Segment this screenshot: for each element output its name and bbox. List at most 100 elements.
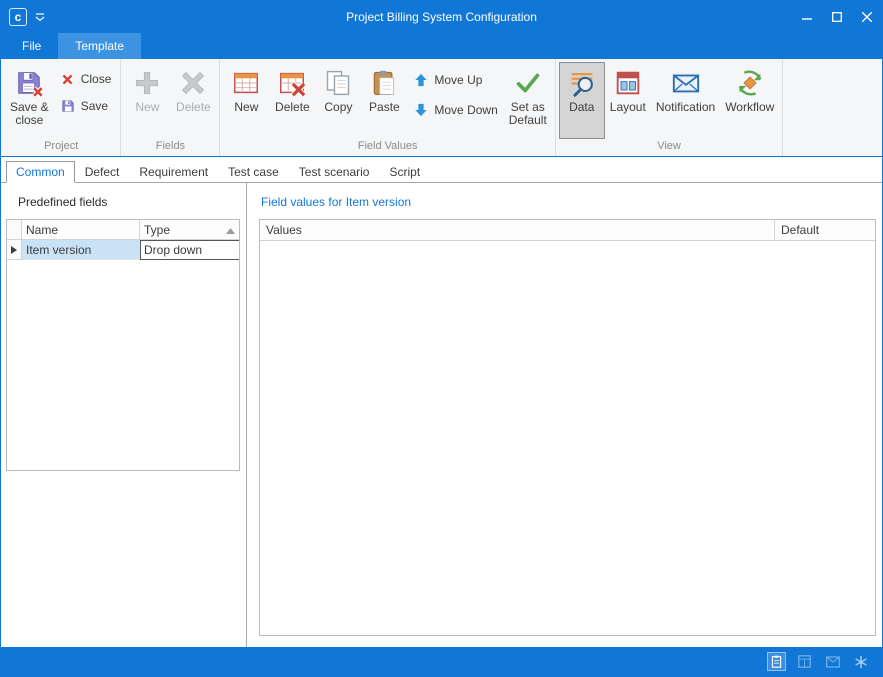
data-magnifier-icon xyxy=(566,66,598,100)
ribbon-tab-template[interactable]: Template xyxy=(58,33,141,59)
view-data-label: Data xyxy=(569,101,594,114)
delete-x-disabled-icon xyxy=(177,66,209,100)
sort-ascending-icon xyxy=(226,223,235,237)
document-tab-strip: Common Defect Requirement Test case Test… xyxy=(1,157,882,183)
green-check-icon xyxy=(512,66,544,100)
status-workflow-view-icon[interactable] xyxy=(851,652,870,671)
close-red-icon xyxy=(60,71,76,87)
ribbon-tab-row: File Template xyxy=(1,33,882,59)
predefined-fields-grid: Name Type Item version Drop down xyxy=(6,219,240,471)
cell-type-value: Drop down xyxy=(144,243,202,257)
quick-access-chevron-icon[interactable] xyxy=(35,13,45,22)
close-button[interactable] xyxy=(852,1,882,33)
field-values-empty-body[interactable] xyxy=(260,241,875,635)
predefined-fields-title: Predefined fields xyxy=(18,195,240,209)
cell-name-value: Item version xyxy=(26,243,91,257)
copy-button[interactable]: Copy xyxy=(315,62,361,139)
notification-envelope-icon xyxy=(670,66,702,100)
save-button[interactable]: Save xyxy=(56,97,116,115)
titlebar: c Project Billing System Configuration xyxy=(1,1,882,33)
grid-header-row: Name Type xyxy=(7,220,239,240)
app-logo-icon: c xyxy=(9,8,27,26)
row-indicator[interactable] xyxy=(7,240,22,260)
values-delete-button[interactable]: Delete xyxy=(269,62,315,139)
minimize-button[interactable] xyxy=(792,1,822,33)
window-controls xyxy=(792,1,882,33)
field-values-title: Field values for Item version xyxy=(261,195,876,209)
app-window: c Project Billing System Configuration F… xyxy=(0,0,883,677)
tab-requirement[interactable]: Requirement xyxy=(129,161,218,183)
values-new-label: New xyxy=(234,101,258,114)
values-new-button[interactable]: New xyxy=(223,62,269,139)
tab-defect[interactable]: Defect xyxy=(75,161,130,183)
status-data-view-icon[interactable] xyxy=(767,652,786,671)
app-logo-letter: c xyxy=(15,10,22,24)
view-layout-button[interactable]: Layout xyxy=(605,62,651,139)
save-and-close-button[interactable]: Save &close xyxy=(5,62,54,139)
new-table-icon xyxy=(230,66,262,100)
status-notification-view-icon[interactable] xyxy=(823,652,842,671)
save-close-label-2: close xyxy=(10,114,49,127)
fields-delete-label: Delete xyxy=(176,101,211,114)
set-as-default-button[interactable]: Set asDefault xyxy=(504,62,552,139)
group-label-project: Project xyxy=(2,139,120,156)
fields-new-label: New xyxy=(135,101,159,114)
values-delete-label: Delete xyxy=(275,101,310,114)
field-values-pane: Field values for Item version Values Def… xyxy=(247,183,882,647)
move-down-button[interactable]: Move Down xyxy=(409,101,501,119)
main-content: Predefined fields Name Type Item version… xyxy=(1,183,882,647)
fields-delete-button[interactable]: Delete xyxy=(170,62,216,139)
paste-button[interactable]: Paste xyxy=(361,62,407,139)
status-layout-view-icon[interactable] xyxy=(795,652,814,671)
view-notification-button[interactable]: Notification xyxy=(651,62,720,139)
save-icon xyxy=(60,98,76,114)
move-up-button[interactable]: Move Up xyxy=(409,71,501,89)
view-notification-label: Notification xyxy=(656,101,715,114)
statusbar xyxy=(1,647,882,676)
save-label: Save xyxy=(81,99,108,113)
field-values-header-row: Values Default xyxy=(260,220,875,241)
column-header-name[interactable]: Name xyxy=(22,220,140,240)
move-down-arrow-icon xyxy=(413,102,429,118)
window-title: Project Billing System Configuration xyxy=(1,10,882,24)
ribbon-group-field-values: New Delete xyxy=(220,59,555,156)
column-header-name-label: Name xyxy=(26,223,58,237)
maximize-button[interactable] xyxy=(822,1,852,33)
grid-row-item-version[interactable]: Item version Drop down xyxy=(7,240,239,260)
field-values-grid: Values Default xyxy=(259,219,876,636)
cell-name[interactable]: Item version xyxy=(22,240,140,260)
ribbon-tab-file[interactable]: File xyxy=(5,33,58,59)
ribbon-group-view: Data Layout xyxy=(556,59,784,156)
ribbon: Save &close Close xyxy=(1,59,882,157)
tab-test-scenario[interactable]: Test scenario xyxy=(289,161,380,183)
view-workflow-button[interactable]: Workflow xyxy=(720,62,779,139)
delete-table-icon xyxy=(276,66,308,100)
column-header-type-label: Type xyxy=(144,223,170,237)
column-header-values-label: Values xyxy=(266,223,302,237)
cell-type-editor[interactable]: Drop down xyxy=(140,240,239,260)
view-data-button[interactable]: Data xyxy=(559,62,605,139)
group-label-fields: Fields xyxy=(121,139,219,156)
fields-new-button[interactable]: New xyxy=(124,62,170,139)
move-down-label: Move Down xyxy=(434,103,497,117)
tab-test-case[interactable]: Test case xyxy=(218,161,289,183)
predefined-fields-pane: Predefined fields Name Type Item version… xyxy=(1,183,247,647)
move-up-label: Move Up xyxy=(434,73,482,87)
copy-label: Copy xyxy=(324,101,352,114)
workflow-icon xyxy=(734,66,766,100)
set-default-label-2: Default xyxy=(509,114,547,127)
ribbon-group-fields: New Delete Fields xyxy=(121,59,220,156)
ribbon-group-project: Save &close Close xyxy=(2,59,121,156)
tab-common[interactable]: Common xyxy=(6,161,75,183)
move-up-arrow-icon xyxy=(413,72,429,88)
grid-empty-area[interactable] xyxy=(7,260,239,470)
close-template-button[interactable]: Close xyxy=(56,70,116,88)
column-header-default-label: Default xyxy=(781,223,819,237)
paste-label: Paste xyxy=(369,101,400,114)
paste-icon xyxy=(368,66,400,100)
column-header-type[interactable]: Type xyxy=(140,220,239,240)
column-header-default[interactable]: Default xyxy=(775,220,875,241)
new-plus-disabled-icon xyxy=(131,66,163,100)
column-header-values[interactable]: Values xyxy=(260,220,775,241)
tab-script[interactable]: Script xyxy=(379,161,430,183)
